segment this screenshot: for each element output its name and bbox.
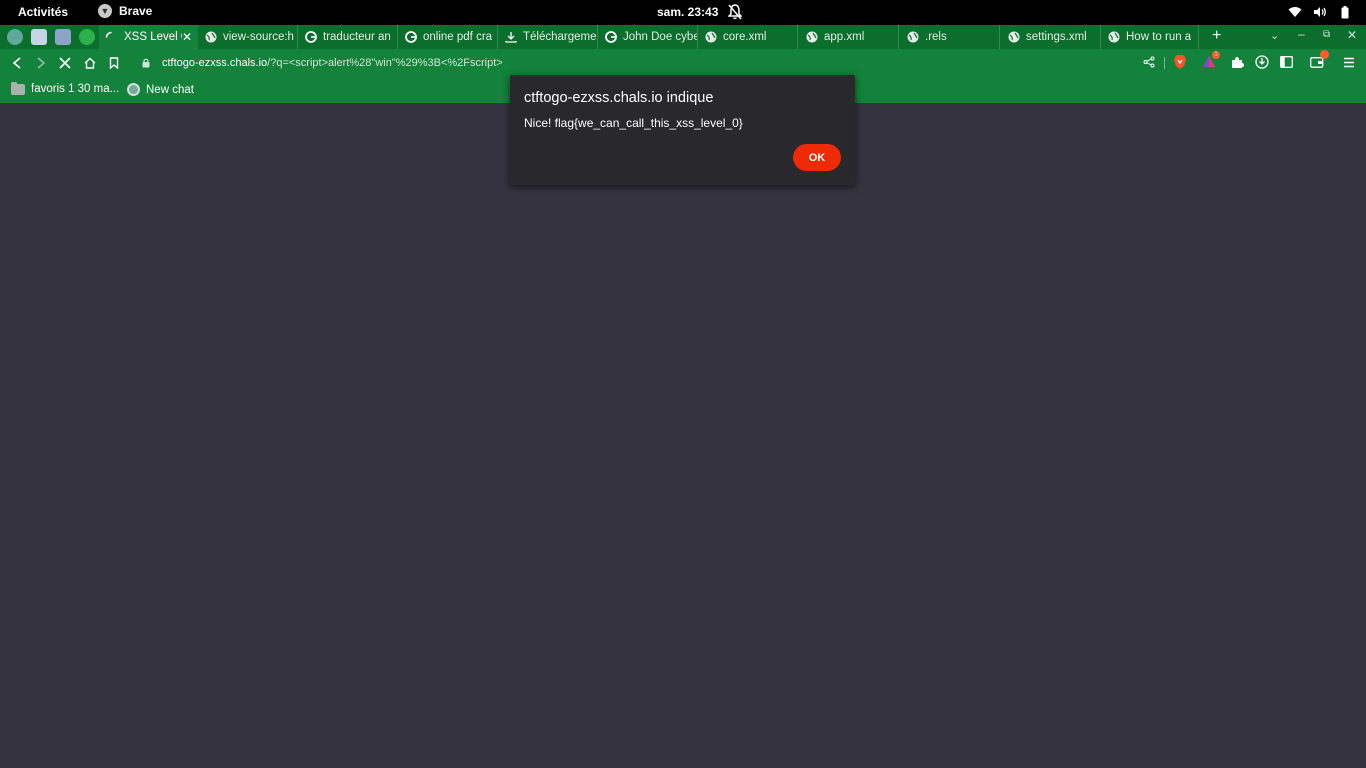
toolbar-divider	[1164, 57, 1165, 69]
tab-xss-level-0[interactable]: XSS Level 0 ✕	[99, 25, 198, 49]
pinned-tab-qr-icon[interactable]	[55, 29, 71, 45]
download-icon	[504, 31, 517, 44]
bookmark-folder-favoris[interactable]: favoris 1 30 ma...	[11, 81, 119, 95]
minimize-button[interactable]: –	[1298, 27, 1305, 41]
brave-shields-icon[interactable]	[1172, 54, 1188, 70]
pinned-tab-chatgpt-icon[interactable]	[7, 29, 23, 45]
globe-icon	[1107, 31, 1120, 44]
tab-settings-xml[interactable]: settings.xml	[1001, 25, 1101, 49]
notifications-off-icon[interactable]	[727, 4, 743, 20]
wallet-notification-dot	[1320, 50, 1329, 59]
chatgpt-icon	[127, 83, 140, 96]
wallet-icon[interactable]	[1309, 50, 1329, 70]
dialog-title: ctftogo-ezxss.chals.io indique	[524, 90, 714, 106]
url-host: ctftogo-ezxss.chals.io	[162, 57, 268, 69]
ok-button[interactable]: OK	[793, 144, 841, 171]
stop-loading-button[interactable]	[57, 55, 73, 71]
system-top-bar: Activités ▼ Brave sam. 23:43	[0, 0, 1366, 25]
globe-icon	[1007, 31, 1020, 44]
sidebar-toggle-icon[interactable]	[1278, 54, 1294, 70]
extensions-puzzle-icon[interactable]	[1229, 54, 1245, 70]
tab-strip: XSS Level 0 ✕ view-source:h traducteur a…	[0, 25, 1366, 49]
activities-button[interactable]: Activités	[18, 5, 68, 19]
bookmark-button[interactable]	[106, 55, 122, 71]
google-icon	[304, 31, 317, 44]
tab-john-doe[interactable]: John Doe cybe	[598, 25, 698, 49]
globe-icon	[906, 31, 919, 44]
forward-button[interactable]	[33, 55, 49, 71]
new-tab-button[interactable]: +	[1212, 27, 1221, 45]
app-name: Brave	[119, 4, 153, 18]
globe-icon	[204, 31, 217, 44]
main-menu-icon[interactable]	[1341, 54, 1357, 70]
address-bar[interactable]: ctftogo-ezxss.chals.io /?q=<script>alert…	[132, 52, 1166, 74]
tab-online-pdf[interactable]: online pdf cra	[398, 25, 498, 49]
alert-dialog: ctftogo-ezxss.chals.io indique Nice! fla…	[510, 75, 855, 185]
battery-icon	[1338, 4, 1352, 20]
tab-app-xml[interactable]: app.xml	[799, 25, 899, 49]
back-button[interactable]	[9, 55, 25, 71]
system-tray[interactable]	[1288, 4, 1352, 20]
tab-rels[interactable]: .rels	[900, 25, 1000, 49]
clock[interactable]: sam. 23:43	[657, 5, 718, 19]
rewards-badge: 1	[1212, 51, 1220, 59]
page-content	[0, 103, 1366, 768]
browser-toolbar: ctftogo-ezxss.chals.io /?q=<script>alert…	[0, 49, 1366, 77]
downloads-icon[interactable]	[1254, 54, 1270, 70]
google-icon	[404, 31, 417, 44]
restore-button[interactable]: ⧉	[1323, 29, 1330, 40]
bookmark-new-chat[interactable]: New chat	[127, 83, 194, 96]
tab-core-xml[interactable]: core.xml	[698, 25, 798, 49]
close-window-button[interactable]: ✕	[1347, 28, 1357, 42]
url-path: /?q=<script>alert%28"win"%29%3B<%2Fscrip…	[267, 57, 503, 69]
brave-rewards-icon[interactable]: 1	[1201, 51, 1220, 70]
tab-view-source[interactable]: view-source:h	[198, 25, 298, 49]
loading-spinner-icon	[105, 31, 118, 44]
brave-icon: ▼	[98, 4, 112, 18]
pinned-tab-whatsapp-icon[interactable]	[79, 29, 95, 45]
folder-icon	[11, 81, 25, 95]
close-tab-icon[interactable]: ✕	[182, 30, 192, 44]
tab-traducteur[interactable]: traducteur an	[298, 25, 398, 49]
globe-icon	[704, 31, 717, 44]
home-button[interactable]	[82, 55, 98, 71]
tab-search-chevron-icon[interactable]: ⌄	[1270, 29, 1279, 42]
tab-telechargements[interactable]: Téléchargeme	[498, 25, 598, 49]
pinned-tab-puzzle-icon[interactable]	[31, 29, 47, 45]
google-icon	[604, 31, 617, 44]
tab-how-to-run[interactable]: How to run a	[1101, 25, 1199, 49]
share-icon[interactable]	[1143, 55, 1157, 69]
globe-icon	[805, 31, 818, 44]
lock-icon[interactable]	[142, 57, 154, 69]
app-menu[interactable]: ▼ Brave	[98, 4, 152, 18]
volume-icon	[1313, 4, 1327, 20]
dialog-message: Nice! flag{we_can_call_this_xss_level_0}	[524, 116, 743, 130]
wifi-icon	[1288, 4, 1302, 20]
